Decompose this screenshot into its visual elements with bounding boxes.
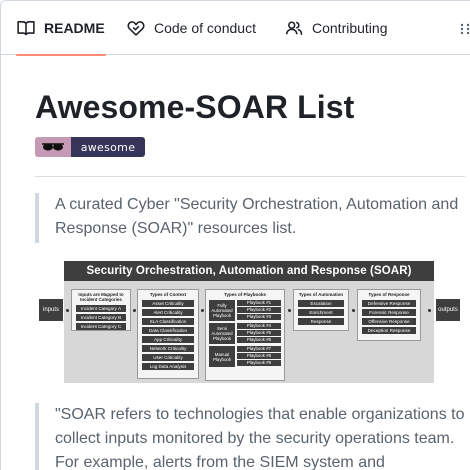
tab-readme[interactable]: README	[16, 1, 106, 56]
connector-dot	[288, 309, 291, 312]
definition-text: "SOAR refers to technologies that enable…	[55, 406, 465, 470]
column-header: Types of Context	[149, 292, 187, 297]
diagram-box: Response	[298, 318, 344, 325]
definition-blockquote: "SOAR refers to technologies that enable…	[35, 403, 470, 470]
intro-blockquote: A curated Cyber "Security Orchestration,…	[35, 193, 470, 243]
tab-contributing-label: Contributing	[312, 20, 388, 36]
tab-contributing[interactable]: Contributing	[285, 1, 388, 55]
diagram-box: Escalation	[298, 300, 344, 307]
diagram-box: Deception Response	[362, 327, 416, 334]
diagram-column-response: Types of Response Defensive Response For…	[357, 289, 421, 341]
column-header: Types of Playbooks	[224, 292, 266, 297]
connector-dot	[66, 309, 69, 312]
diagram-box: Alert Criticality	[142, 309, 194, 316]
diagram-box: App Criticality	[142, 336, 194, 343]
connector-dot	[428, 309, 431, 312]
tab-readme-label: README	[44, 20, 105, 36]
diagram-box: Enrichment	[298, 309, 344, 316]
readme-panel: README Code of conduct Contributing Awes…	[0, 0, 470, 470]
diagram-column-automation: Types of Automation Escalation Enrichmen…	[293, 289, 349, 331]
connector-dot	[133, 309, 136, 312]
soar-diagram: inputs outputs Security Orchestration, A…	[39, 261, 464, 389]
readme-tab-bar: README Code of conduct Contributing	[1, 1, 470, 56]
column-header: Inputs are Mapped to Incident Categories	[78, 292, 124, 302]
diagram-column-context: Types of Context Asset Criticality Alert…	[137, 289, 199, 379]
intro-text: A curated Cyber "Security Orchestration,…	[55, 196, 459, 237]
diagram-box: SLA Classification	[142, 318, 194, 325]
diagram-inputs-box: inputs	[39, 299, 63, 321]
column-header: Types of Automation	[298, 292, 344, 297]
diagram-box: Playbook #3	[237, 314, 281, 320]
playbook-group-label: Manual Playbook	[209, 346, 235, 367]
connector-dot	[352, 309, 355, 312]
badge-text: awesome	[71, 137, 145, 157]
tab-code-of-conduct-label: Code of conduct	[154, 20, 256, 36]
column-header: Types of Response	[368, 292, 410, 297]
diagram-column-playbooks: Types of Playbooks Fully Automated Playb…	[205, 289, 285, 381]
page-title: Awesome-SOAR List	[35, 89, 355, 125]
diagram-box: Incident Category A	[76, 305, 126, 312]
diagram-box: Playbook #2	[237, 307, 281, 313]
book-icon	[17, 21, 35, 36]
diagram-box: Incident Category B	[76, 314, 126, 321]
playbook-group: Semi Automated Playbook Playbook #4 Play…	[209, 323, 281, 344]
tab-code-of-conduct[interactable]: Code of conduct	[127, 1, 256, 55]
diagram-box: Playbook #5	[237, 330, 281, 336]
playbook-group-label: Fully Automated Playbook	[209, 300, 235, 321]
diagram-box: Data Classification	[142, 327, 194, 334]
diagram-box: Playbook #1	[237, 300, 281, 306]
title-divider	[35, 176, 465, 177]
awesome-badge[interactable]: awesome	[35, 137, 145, 157]
diagram-box: Playbook #9	[237, 360, 281, 366]
diagram-box: Playbook #7	[237, 346, 281, 352]
diagram-box: Playbook #6	[237, 337, 281, 343]
diagram-box: Log Data Analysis	[142, 363, 194, 370]
diagram-box: Offensive Response	[362, 318, 416, 325]
diagram-box: Playbook #8	[237, 353, 281, 359]
heart-handshake-icon	[127, 21, 145, 36]
diagram-box: Forensic Response	[362, 309, 416, 316]
sunglasses-icon	[35, 137, 71, 157]
playbook-group-label: Semi Automated Playbook	[209, 323, 235, 344]
diagram-outputs-box: outputs	[436, 299, 460, 321]
diagram-box: Asset Criticality	[142, 300, 194, 307]
diagram-column-inputs: Inputs are Mapped to Incident Categories…	[71, 289, 131, 331]
playbook-group: Fully Automated Playbook Playbook #1 Pla…	[209, 300, 281, 321]
diagram-box: Defensive Response	[362, 300, 416, 307]
connector-dot	[201, 309, 204, 312]
diagram-box: Playbook #4	[237, 323, 281, 329]
diagram-title: Security Orchestration, Automation and R…	[64, 261, 434, 281]
diagram-box: Network Criticality	[142, 345, 194, 352]
diagram-box: Incident Category C	[76, 323, 126, 330]
more-icon[interactable]	[459, 23, 470, 35]
playbook-group: Manual Playbook Playbook #7 Playbook #8 …	[209, 346, 281, 367]
people-icon	[285, 21, 303, 35]
diagram-box: User Criticality	[142, 354, 194, 361]
